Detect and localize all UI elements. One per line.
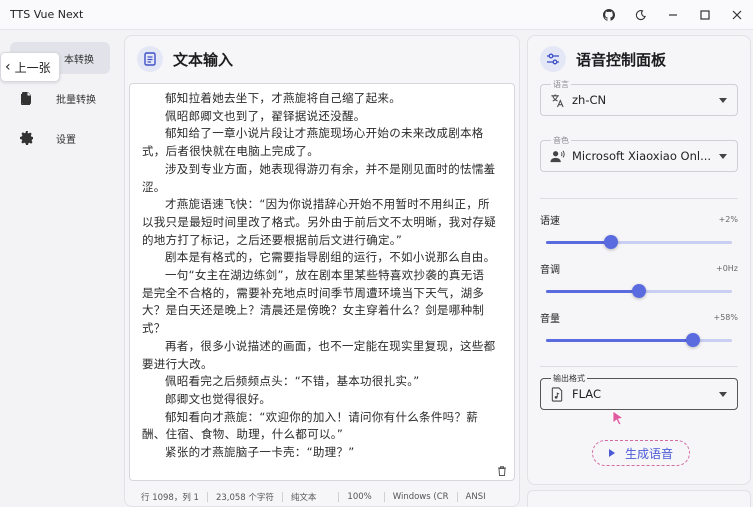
- char-count: 23,058 个字符: [215, 493, 274, 503]
- pitch-thumb[interactable]: [632, 284, 646, 298]
- gear-icon: [18, 129, 36, 147]
- text-format: 纯文本: [290, 493, 317, 503]
- paragraph: 郁知给了一章小说片段让才燕旎现场心开始の未来改成剧本格式，后者很快就在电脑上完成…: [142, 126, 484, 159]
- chevron-down-icon: [719, 391, 727, 397]
- sidebar-item-batch[interactable]: 批量转换: [10, 82, 110, 114]
- rate-label: 语速: [540, 216, 560, 227]
- minimize-icon[interactable]: [657, 0, 689, 30]
- text-input-area[interactable]: 郁知拉着她去坐下，才燕旎将自己缩了起来。 佩昭郎卿文也到了，翟铎据说还没醒。 郁…: [129, 83, 515, 481]
- previous-label: 上一张: [14, 60, 51, 75]
- github-icon[interactable]: [593, 0, 625, 30]
- trash-icon[interactable]: [496, 462, 508, 476]
- paragraph: 涉及到专业方面，她表现得游刃有余，并不是刚见面时的怯懦羞涩。: [142, 161, 496, 194]
- paragraph: 郁知拉着她去坐下，才燕旎将自己缩了起来。: [165, 91, 401, 105]
- text-input-panel: 文本输入 郁知拉着她去坐下，才燕旎将自己缩了起来。 佩昭郎卿文也到了，翟铎据说还…: [124, 35, 520, 507]
- translate-icon: [549, 92, 565, 108]
- previous-button[interactable]: ‹ 上一张: [0, 52, 60, 82]
- sidebar-item-settings[interactable]: 设置: [10, 122, 110, 154]
- format-value: FLAC: [572, 387, 601, 401]
- volume-track[interactable]: [546, 333, 732, 347]
- format-label: 输出格式: [551, 373, 587, 384]
- rate-value: +2%: [718, 215, 738, 224]
- rate-fill: [546, 241, 612, 244]
- divider: [540, 198, 738, 199]
- generate-speech-button[interactable]: 生成语音: [592, 440, 690, 466]
- format-select[interactable]: 输出格式 FLAC: [540, 373, 738, 410]
- moon-icon[interactable]: [625, 0, 657, 30]
- maximize-icon[interactable]: [689, 0, 721, 30]
- title-bar: TTS Vue Next: [0, 0, 753, 30]
- sidebar-item-label: 本转换: [64, 54, 94, 66]
- paragraph: 才燕旎语速飞快：“因为你说措辞心开始不用暂时不用纠正，所以我只是最短时间里改了格…: [142, 197, 496, 247]
- language-select[interactable]: 语言 zh-CN: [540, 79, 738, 116]
- pitch-value: +0Hz: [715, 264, 738, 273]
- paragraph: 一句“女主在湖边练剑”，放在剧本里某些特喜欢抄袭的真无语是完全不合格的，需要补充…: [142, 268, 485, 336]
- paragraph: 郁知看向才燕旎：“欢迎你的加入！请问你有什么条件吗？薪酬、住宿、食物、助理，什么…: [142, 409, 479, 442]
- line-ending: Windows (CR: [392, 492, 449, 502]
- panel-title: 语音控制面板: [576, 50, 667, 69]
- person-voice-icon: [549, 148, 565, 164]
- paragraph: 郎卿文也觉得很好。: [165, 391, 272, 406]
- volume-value: +58%: [713, 313, 738, 322]
- pitch-label: 音调: [540, 265, 560, 276]
- document-text-icon: [137, 46, 163, 72]
- pitch-track[interactable]: [546, 284, 732, 298]
- sidebar-item-label: 设置: [56, 134, 76, 146]
- chevron-down-icon: [719, 97, 727, 103]
- panel-title: 文本输入: [173, 50, 234, 69]
- play-icon: [608, 449, 615, 457]
- mouse-cursor-icon: [612, 410, 624, 426]
- sidebar-item-label: 批量转换: [56, 94, 96, 106]
- language-value: zh-CN: [572, 93, 607, 107]
- rate-track[interactable]: [546, 235, 732, 249]
- audio-file-icon: [549, 386, 565, 402]
- secondary-panel: [527, 490, 751, 507]
- volume-label: 音量: [540, 314, 560, 325]
- pitch-fill: [546, 290, 639, 293]
- volume-thumb[interactable]: [685, 333, 700, 347]
- document-icon: [18, 89, 36, 107]
- sliders-icon: [540, 46, 566, 72]
- divider: [540, 366, 738, 367]
- generate-label: 生成语音: [624, 446, 673, 461]
- zoom-level: 100%: [347, 492, 372, 502]
- volume-slider[interactable]: 音量 +58%: [540, 310, 738, 347]
- chevron-down-icon: [719, 153, 727, 159]
- voice-control-panel: 语音控制面板 语言 zh-CN 音色 Microsoft Xiaoxiao On…: [527, 35, 751, 485]
- sidebar: 本转换 批量转换 设置: [0, 30, 118, 507]
- chevron-left-icon: ‹: [5, 59, 11, 75]
- voice-label: 音色: [551, 135, 571, 146]
- cursor-position: 行 1098，列 1: [141, 493, 199, 503]
- paragraph: 再者，很多小说描述的画面，也不一定能在现实里复现，这些都要进行大改。: [142, 338, 496, 371]
- voice-select[interactable]: 音色 Microsoft Xiaoxiao Onl...: [540, 135, 738, 172]
- voice-value: Microsoft Xiaoxiao Onl...: [572, 149, 712, 163]
- status-bar: 行 1098，列 1 23,058 个字符 纯文本 100% Windows (…: [141, 491, 486, 503]
- text-content[interactable]: 郁知拉着她去坐下，才燕旎将自己缩了起来。 佩昭郎卿文也到了，翟铎据说还没醒。 郁…: [142, 90, 496, 462]
- volume-fill: [546, 339, 693, 342]
- language-label: 语言: [551, 79, 571, 90]
- pitch-slider[interactable]: 音调 +0Hz: [540, 261, 738, 298]
- rate-thumb[interactable]: [604, 235, 619, 249]
- paragraph: 佩昭看完之后频频点头：“不错，基本功很扎实。”: [165, 374, 420, 389]
- paragraph: 剧本是有格式的，它需要指导剧组的运行，不如小说那么自由。: [165, 250, 496, 265]
- app-title: TTS Vue Next: [10, 8, 84, 21]
- encoding: ANSI: [465, 492, 486, 502]
- paragraph: 紧张的才燕旎脑子一卡壳：“助理？”: [165, 445, 355, 460]
- close-icon[interactable]: [721, 0, 753, 30]
- rate-slider[interactable]: 语速 +2%: [540, 212, 738, 249]
- paragraph: 佩昭郎卿文也到了，翟铎据说还没醒。: [165, 108, 366, 123]
